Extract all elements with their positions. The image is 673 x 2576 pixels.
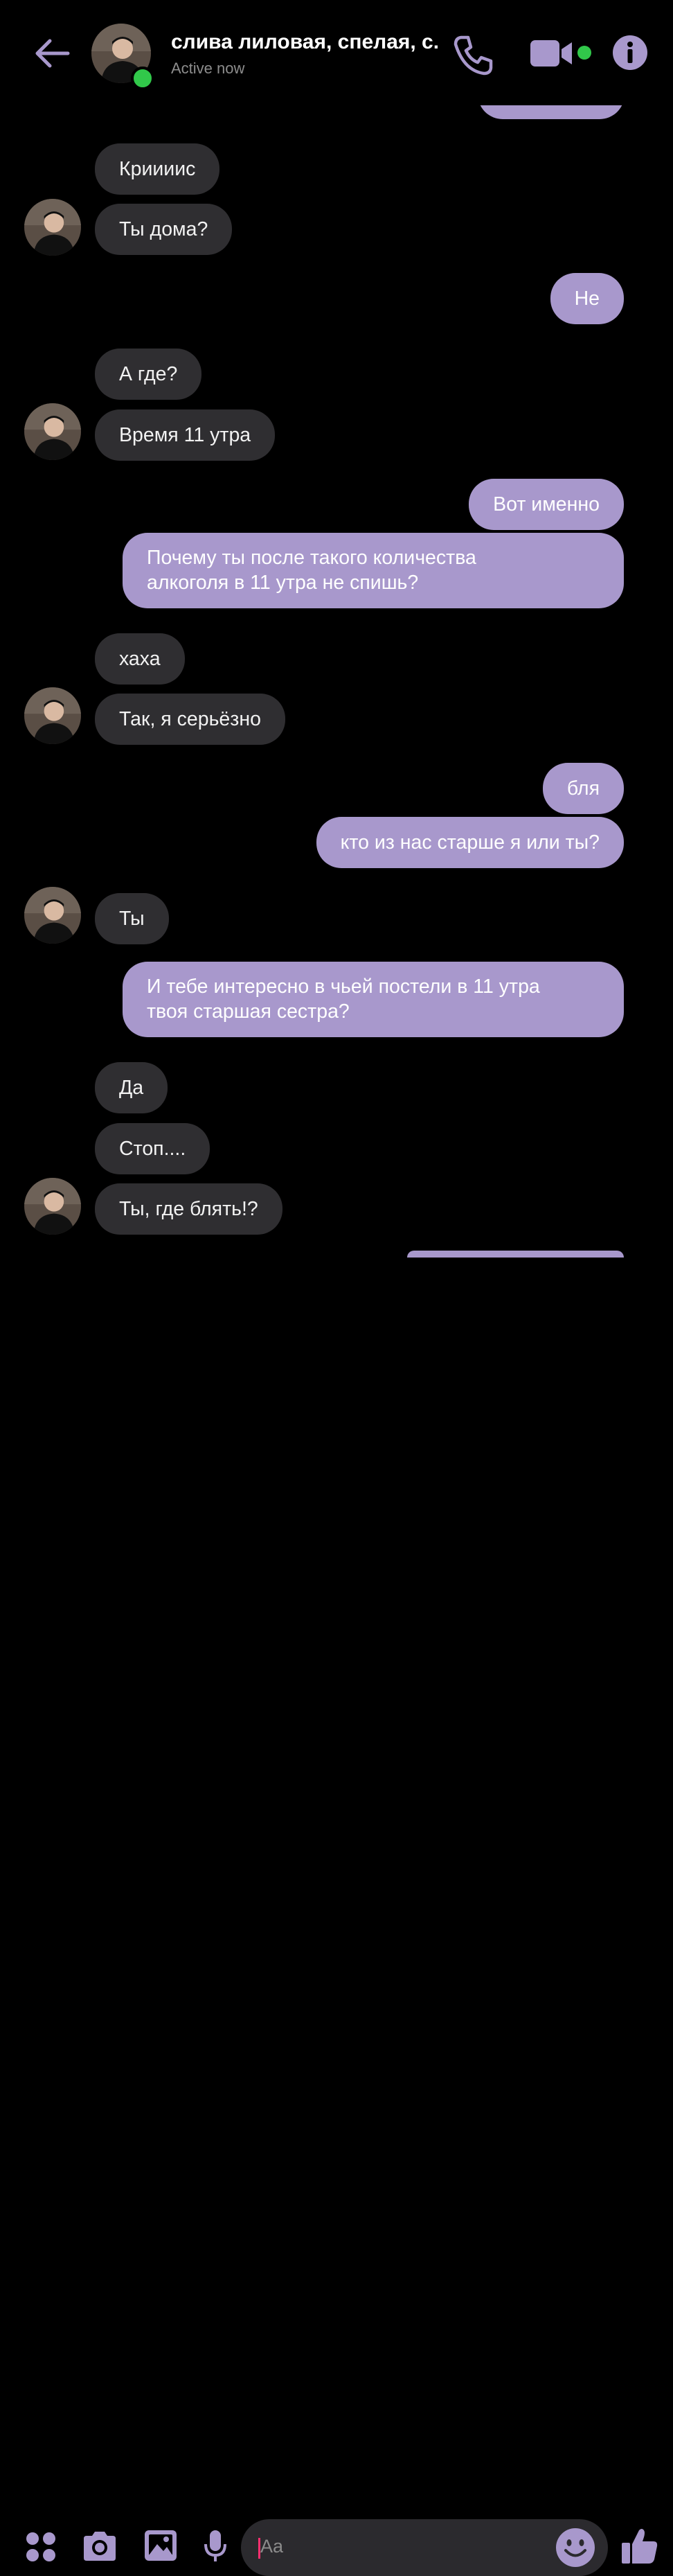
avatar-image xyxy=(24,1178,81,1235)
apps-icon[interactable] xyxy=(25,2531,57,2563)
avatar-image xyxy=(24,199,81,256)
phone-icon[interactable] xyxy=(451,33,494,76)
message-incoming[interactable]: Время 11 утра xyxy=(95,409,276,461)
online-indicator xyxy=(131,67,154,90)
message-outgoing[interactable]: Не xyxy=(550,273,624,324)
chat-header: слива лиловая, спелая, с... Active now xyxy=(0,0,673,104)
avatar-image xyxy=(24,403,81,460)
video-available-indicator xyxy=(577,46,591,60)
message-incoming[interactable]: А где? xyxy=(95,349,202,400)
input-placeholder: Aa xyxy=(260,2536,284,2557)
sender-avatar[interactable] xyxy=(24,687,81,744)
sender-avatar[interactable] xyxy=(24,199,81,256)
message-incoming[interactable]: Да xyxy=(95,1062,168,1113)
info-icon[interactable] xyxy=(612,35,648,71)
message-outgoing[interactable]: кто из нас старше я или ты? xyxy=(316,817,624,868)
emoji-icon[interactable] xyxy=(555,2528,595,2568)
message-incoming[interactable]: Так, я серьёзно xyxy=(95,694,285,745)
message-outgoing[interactable]: Почему ты после такого количества алкого… xyxy=(123,533,624,608)
message-incoming[interactable]: Ты, где блять!? xyxy=(95,1183,282,1235)
message-incoming[interactable]: Криииис xyxy=(95,143,220,195)
message-outgoing[interactable]: бля xyxy=(542,763,624,814)
message-incoming[interactable]: Ты дома? xyxy=(95,204,233,255)
gallery-icon[interactable] xyxy=(143,2529,178,2562)
avatar-image xyxy=(24,687,81,744)
avatar-image xyxy=(24,887,81,944)
sender-avatar[interactable] xyxy=(24,887,81,944)
back-arrow-icon[interactable] xyxy=(32,36,71,71)
sender-avatar[interactable] xyxy=(24,403,81,460)
message-input[interactable]: Aa xyxy=(241,2519,608,2576)
microphone-icon[interactable] xyxy=(203,2529,228,2564)
message-incoming[interactable]: Ты xyxy=(95,893,169,944)
video-camera-icon[interactable] xyxy=(529,36,575,71)
message-incoming[interactable]: хаха xyxy=(95,633,185,685)
sender-avatar[interactable] xyxy=(24,1178,81,1235)
message-outgoing[interactable]: Вот именно xyxy=(469,479,624,530)
message-incoming[interactable]: Стоп.... xyxy=(95,1123,210,1174)
active-status: Active now xyxy=(171,60,245,77)
message-composer: Aa xyxy=(0,1254,673,2576)
message-outgoing[interactable]: И тебе интересно в чьей постели в 11 утр… xyxy=(123,962,624,1037)
camera-icon[interactable] xyxy=(81,2530,118,2562)
thumbs-up-icon[interactable] xyxy=(620,2526,659,2565)
contact-name[interactable]: слива лиловая, спелая, с... xyxy=(171,30,438,54)
